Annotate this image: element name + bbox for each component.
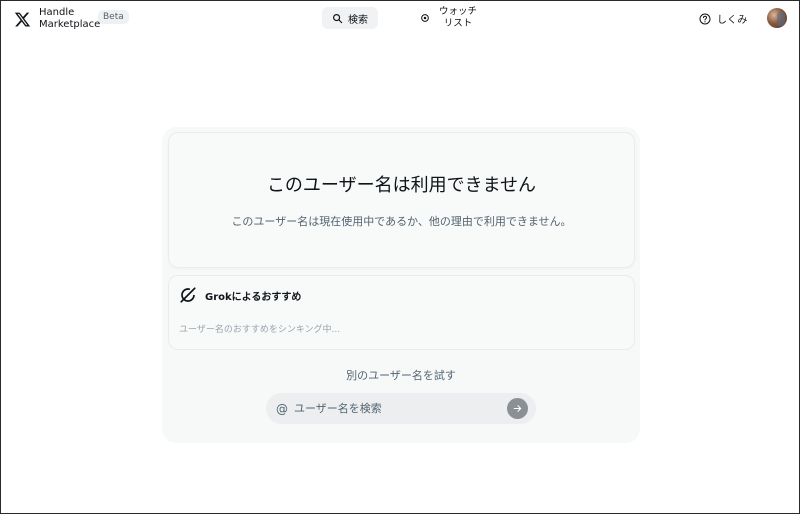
username-search-input[interactable] [294, 402, 494, 415]
brand-line-1: Handle [39, 7, 75, 18]
top-header: Handle Marketplace Beta 検索 ウォッチ リスト しくみ [0, 0, 800, 36]
avatar[interactable] [767, 8, 787, 28]
grok-suggestions-card: Grokによるおすすめ ユーザー名のおすすめをシンキング中... [168, 275, 635, 350]
how-it-works-label: しくみ [717, 15, 748, 26]
at-prefix: @ [276, 401, 288, 416]
x-logo-icon [14, 12, 31, 26]
search-submit-button[interactable] [507, 398, 528, 419]
search-icon [333, 13, 343, 23]
watchlist-label-line-2: リスト [443, 18, 473, 29]
username-search-bar: @ [266, 393, 536, 424]
grok-status-text: ユーザー名のおすすめをシンキング中... [179, 325, 341, 335]
eye-icon [421, 14, 429, 22]
brand-name: Handle Marketplace [39, 7, 100, 31]
page-title: このユーザー名は利用できません [266, 175, 537, 196]
grok-heading: Grokによるおすすめ [205, 291, 302, 303]
grok-icon [180, 287, 196, 303]
question-circle-icon [699, 13, 711, 24]
grok-header: Grokによるおすすめ [179, 286, 301, 304]
brand-line-2: Marketplace [39, 19, 101, 30]
beta-badge: Beta [98, 10, 129, 24]
watchlist-label: ウォッチ リスト [438, 6, 478, 30]
brand[interactable]: Handle Marketplace [14, 7, 100, 31]
how-it-works-nav-button[interactable]: しくみ [699, 11, 747, 26]
search-nav-label: 検索 [348, 14, 368, 26]
watchlist-label-line-1: ウォッチ [438, 6, 477, 17]
page-subtitle: このユーザー名は現在使用中であるか、他の理由で利用できません。 [231, 215, 572, 228]
search-nav-button[interactable]: 検索 [322, 7, 378, 29]
try-another-label: 別のユーザー名を試す [346, 369, 456, 382]
watchlist-nav-button[interactable]: ウォッチ リスト [420, 6, 478, 30]
arrow-right-icon [513, 405, 522, 412]
unavailable-card: このユーザー名は利用できません このユーザー名は現在使用中であるか、他の理由で利… [168, 132, 635, 268]
